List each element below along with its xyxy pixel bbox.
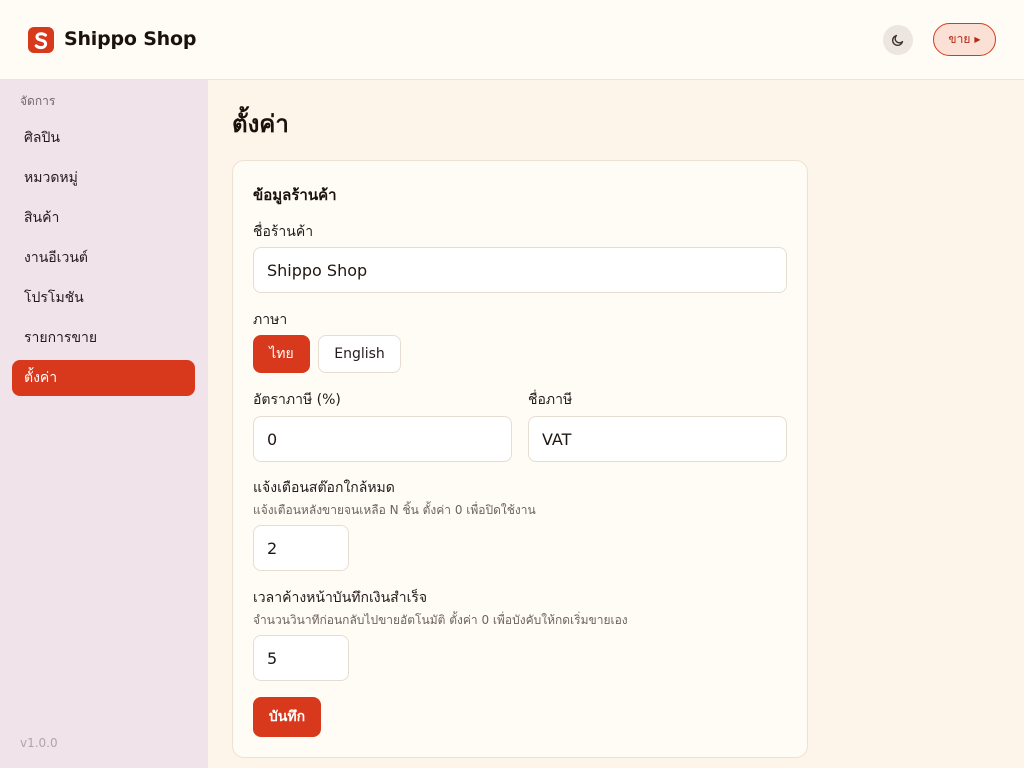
theme-toggle-button[interactable] <box>883 25 913 55</box>
language-label: ภาษา <box>253 312 288 328</box>
sidebar-item-promotions[interactable]: โปรโมชัน <box>12 280 195 316</box>
shop-name-label: ชื่อร้านค้า <box>253 224 314 240</box>
tax-rate-label: อัตราภาษี (%) <box>253 392 341 408</box>
low-stock-hint: แจ้งเตือนหลังขายจนเหลือ N ชิ้น ตั้งค่า 0… <box>253 503 536 517</box>
save-button[interactable]: บันทึก <box>253 697 321 737</box>
language-thai-button[interactable]: ไทย <box>253 335 310 373</box>
sidebar-item-label: งานอีเวนต์ <box>24 250 88 266</box>
sidebar-item-label: ศิลปิน <box>24 130 60 146</box>
success-delay-input[interactable] <box>253 635 349 681</box>
sidebar: จัดการ ศิลปิน หมวดหมู่ สินค้า งานอีเวนต์… <box>0 80 208 768</box>
success-delay-hint: จำนวนวินาทีก่อนกลับไปขายอัตโนมัติ ตั้งค่… <box>253 613 628 627</box>
sidebar-item-products[interactable]: สินค้า <box>12 200 195 236</box>
sidebar-item-label: โปรโมชัน <box>24 290 84 306</box>
sell-button-label: ขาย <box>948 32 971 46</box>
sidebar-item-label: ตั้งค่า <box>24 370 58 386</box>
tax-rate-input[interactable] <box>253 416 512 462</box>
success-delay-label: เวลาค้างหน้าบันทึกเงินสำเร็จ <box>253 590 428 606</box>
sidebar-item-categories[interactable]: หมวดหมู่ <box>12 160 195 196</box>
sell-button[interactable]: ขาย ▶ <box>933 23 996 56</box>
sidebar-item-sales[interactable]: รายการขาย <box>12 320 195 356</box>
shop-logo-icon <box>28 27 54 53</box>
sidebar-item-settings[interactable]: ตั้งค่า <box>12 360 195 396</box>
sidebar-item-events[interactable]: งานอีเวนต์ <box>12 240 195 276</box>
brand-name: Shippo Shop <box>64 28 197 50</box>
shop-info-card: ข้อมูลร้านค้า ชื่อร้านค้า ภาษา ไทย Engli… <box>232 160 808 758</box>
language-english-button[interactable]: English <box>318 335 401 373</box>
tax-name-label: ชื่อภาษี <box>528 392 573 408</box>
app-version: v1.0.0 <box>20 736 58 750</box>
sidebar-item-artists[interactable]: ศิลปิน <box>12 120 195 156</box>
low-stock-label: แจ้งเตือนสต๊อกใกล้หมด <box>253 480 395 496</box>
top-header: Shippo Shop ขาย ▶ <box>0 0 1024 80</box>
play-arrow-icon: ▶ <box>974 35 981 44</box>
sidebar-item-label: รายการขาย <box>24 330 98 346</box>
low-stock-input[interactable] <box>253 525 349 571</box>
sidebar-heading: จัดการ <box>20 94 56 108</box>
section-title: ข้อมูลร้านค้า <box>253 186 337 204</box>
page-title: ตั้งค่า <box>232 110 289 138</box>
shop-name-input[interactable] <box>253 247 787 293</box>
sidebar-item-label: สินค้า <box>24 210 60 226</box>
tax-name-input[interactable] <box>528 416 787 462</box>
sidebar-item-label: หมวดหมู่ <box>24 170 78 186</box>
moon-icon <box>891 34 904 47</box>
